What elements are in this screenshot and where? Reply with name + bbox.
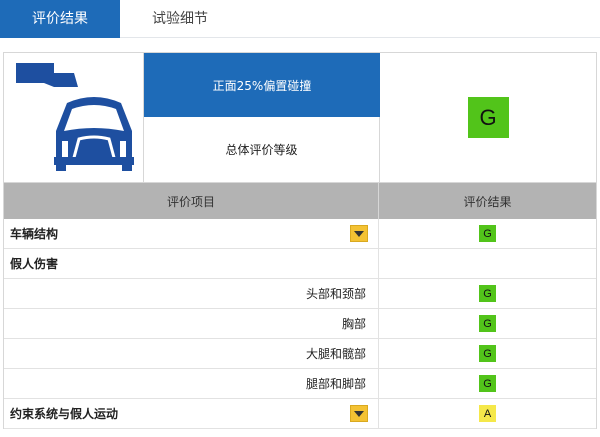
evaluation-result-cell: G	[379, 279, 596, 308]
grade-badge: G	[479, 375, 496, 392]
overall-rating-label: 总体评价等级	[144, 117, 380, 182]
table-row: 头部和颈部 G	[4, 279, 596, 309]
tab-bar: 评价结果 试验细节	[0, 0, 600, 38]
evaluation-item-cell: 大腿和髋部	[4, 339, 379, 368]
evaluation-item-cell: 车辆结构	[4, 219, 379, 248]
evaluation-result-cell: G	[379, 219, 596, 248]
evaluation-item-cell: 头部和颈部	[4, 279, 379, 308]
evaluation-result-cell: G	[379, 309, 596, 338]
table-row: 胸部 G	[4, 309, 596, 339]
grade-badge: G	[479, 345, 496, 362]
evaluation-item-label: 车辆结构	[10, 227, 59, 241]
crash-diagram	[4, 53, 144, 182]
grade-badge: G	[479, 225, 496, 242]
overall-grade-cell: G	[380, 53, 596, 182]
chevron-down-icon	[354, 230, 364, 237]
evaluation-result-cell: G	[379, 369, 596, 398]
evaluation-table: 评价项目 评价结果 车辆结构 G 假人伤害头部和颈部 G 胸部 G 大腿和髋部 G 腿部和脚部 G…	[3, 183, 597, 429]
table-row: 腿部和脚部 G	[4, 369, 596, 399]
evaluation-item-cell: 腿部和脚部	[4, 369, 379, 398]
table-header: 评价项目 评价结果	[4, 183, 596, 219]
table-row: 假人伤害	[4, 249, 596, 279]
test-type-title: 正面25%偏置碰撞	[144, 53, 380, 117]
evaluation-item-cell: 假人伤害	[4, 249, 379, 278]
table-row[interactable]: 车辆结构 G	[4, 219, 596, 249]
grade-badge: G	[479, 285, 496, 302]
overall-grade-badge: G	[467, 97, 509, 138]
evaluation-item-label: 假人伤害	[10, 257, 59, 271]
evaluation-item-label: 大腿和髋部	[305, 347, 366, 361]
evaluation-item-label: 约束系统与假人运动	[10, 407, 119, 421]
expand-button[interactable]	[350, 225, 368, 242]
grade-badge: A	[479, 405, 496, 422]
evaluation-item-cell: 约束系统与假人运动	[4, 399, 379, 428]
chevron-down-icon	[354, 410, 364, 417]
evaluation-item-cell: 胸部	[4, 309, 379, 338]
evaluation-item-label: 胸部	[341, 317, 366, 331]
tab-rating-results[interactable]: 评价结果	[0, 0, 120, 38]
header-evaluation-result: 评价结果	[463, 194, 512, 209]
rating-summary-panel: 正面25%偏置碰撞 总体评价等级 G	[3, 52, 597, 183]
small-overlap-frontal-crash-icon	[16, 63, 134, 171]
evaluation-item-label: 腿部和脚部	[305, 377, 366, 391]
table-row[interactable]: 约束系统与假人运动 A	[4, 399, 596, 429]
expand-button[interactable]	[350, 405, 368, 422]
evaluation-result-cell: A	[379, 399, 596, 428]
evaluation-item-label: 头部和颈部	[305, 287, 366, 301]
table-body: 车辆结构 G 假人伤害头部和颈部 G 胸部 G 大腿和髋部 G 腿部和脚部 G 约束系统与假人运动 A	[4, 219, 596, 429]
header-evaluation-item: 评价项目	[4, 183, 379, 219]
evaluation-result-cell	[379, 249, 596, 278]
grade-badge: G	[479, 315, 496, 332]
tab-test-details[interactable]: 试验细节	[120, 0, 240, 38]
table-row: 大腿和髋部 G	[4, 339, 596, 369]
evaluation-result-cell: G	[379, 339, 596, 368]
